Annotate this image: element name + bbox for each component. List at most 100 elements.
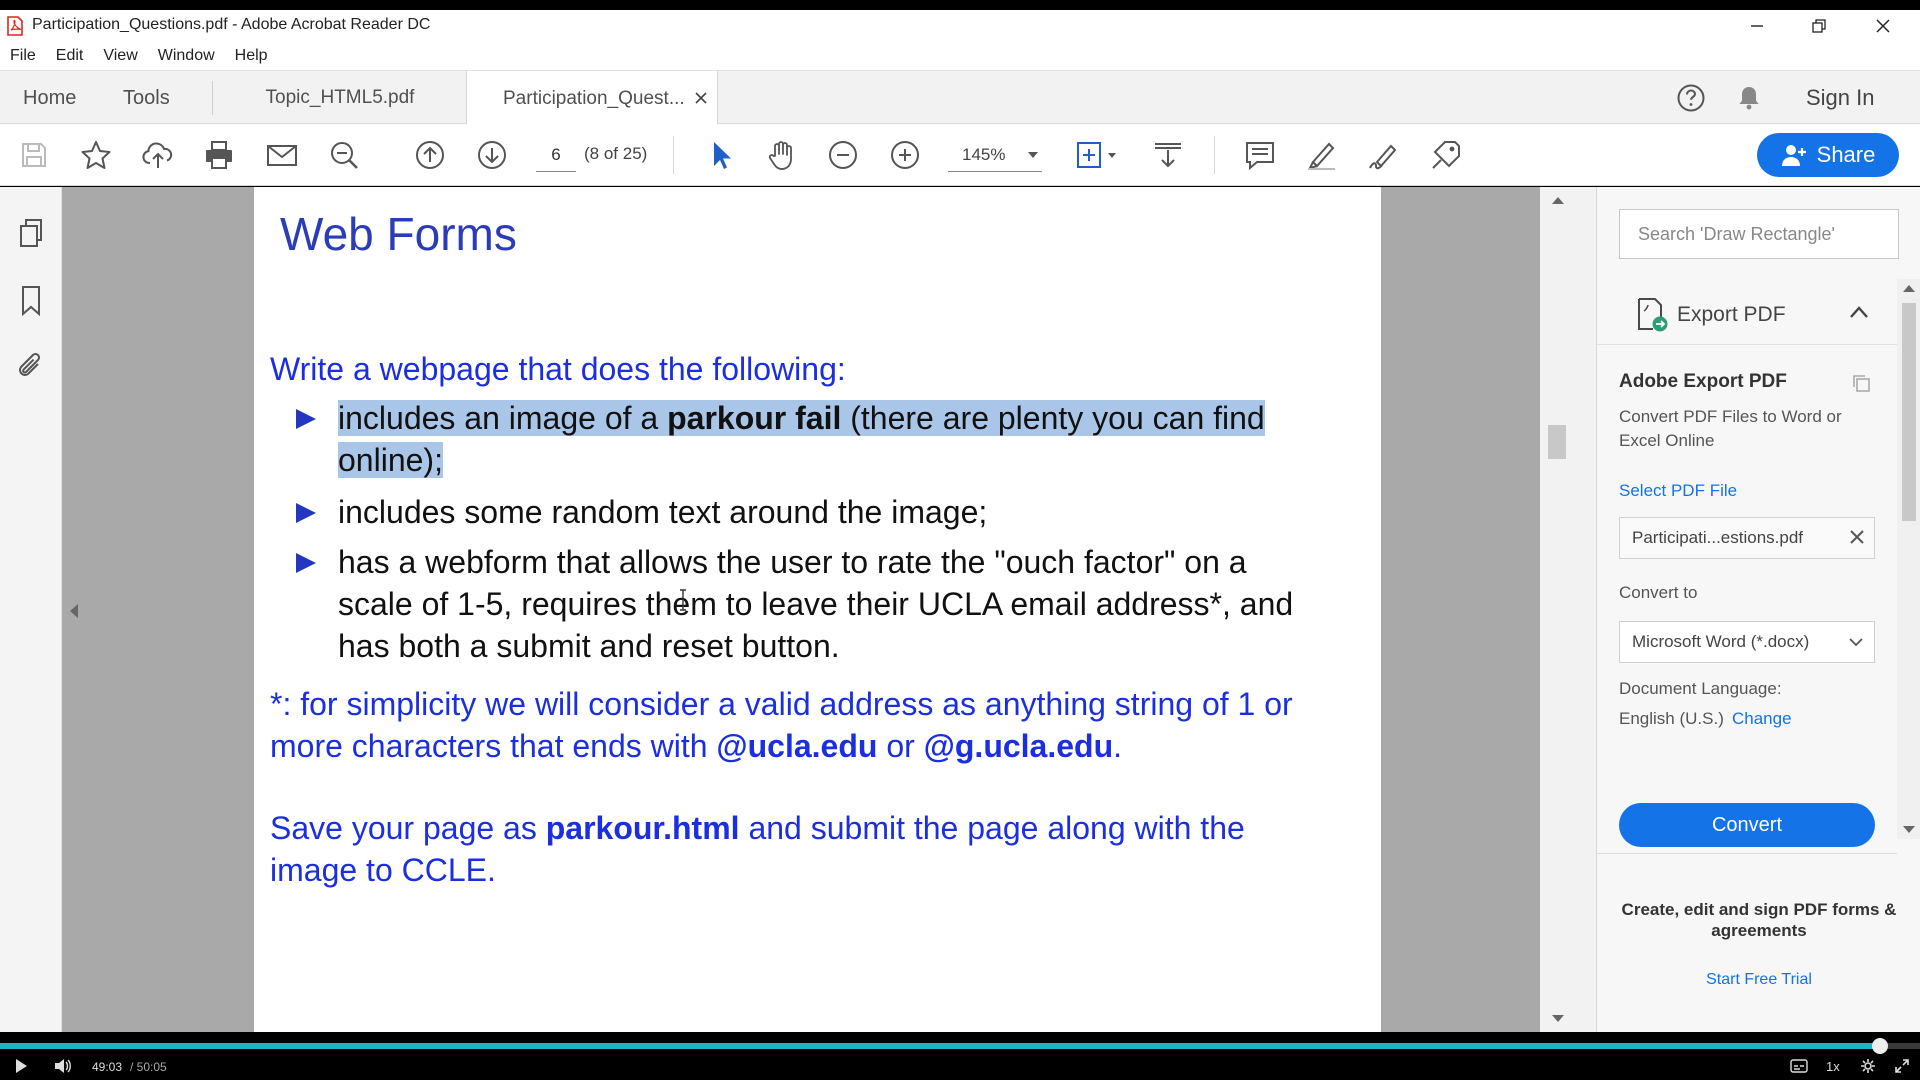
comment-icon <box>1246 142 1274 171</box>
sign-in-button[interactable]: Sign In <box>1806 85 1875 111</box>
page-number-input[interactable]: 6 <box>536 138 576 172</box>
video-progress-handle[interactable] <box>1871 1038 1888 1054</box>
tab-home[interactable]: Home <box>23 87 76 110</box>
next-page-button[interactable] <box>474 137 510 173</box>
bookmark-icon[interactable] <box>16 284 46 316</box>
scrollbar-thumb[interactable] <box>1548 425 1566 459</box>
minimize-button[interactable] <box>1726 10 1788 42</box>
upload-button[interactable] <box>140 137 176 173</box>
menu-bar: File Edit View Window Help <box>0 42 1920 70</box>
help-icon[interactable] <box>1676 83 1706 113</box>
menu-edit[interactable]: Edit <box>56 47 84 65</box>
text-run: and submit the page along with the <box>739 810 1245 846</box>
more-tools-button[interactable] <box>1428 137 1464 173</box>
tab-participation-questions[interactable]: Participation_Quest... <box>466 71 718 126</box>
scroll-down-icon[interactable] <box>1903 826 1915 833</box>
pages-icon[interactable] <box>16 217 46 249</box>
hand-tool-button[interactable] <box>764 137 800 173</box>
captions-icon[interactable] <box>1790 1058 1808 1074</box>
right-panel-gutter <box>1574 187 1596 1032</box>
save-button[interactable] <box>16 137 52 173</box>
highlight-button[interactable] <box>1304 137 1340 173</box>
zoom-in-button[interactable] <box>887 137 923 173</box>
tools-search-input[interactable]: Search 'Draw Rectangle' <box>1619 209 1899 259</box>
chevron-up-icon[interactable] <box>1849 305 1869 319</box>
find-button[interactable] <box>326 137 362 173</box>
text-run: or <box>877 728 924 764</box>
clear-icon[interactable] <box>1848 528 1866 546</box>
scroll-up-icon[interactable] <box>1903 285 1915 292</box>
video-player-controls: 49:03 / 50:05 1x <box>0 1032 1920 1080</box>
export-pdf-header[interactable]: Export PDF <box>1597 287 1897 345</box>
attachment-icon[interactable] <box>16 350 46 382</box>
scrollbar-thumb[interactable] <box>1902 303 1916 521</box>
restore-button[interactable] <box>1788 10 1850 42</box>
chevron-down-icon <box>1028 152 1038 158</box>
change-language-link[interactable]: Change <box>1732 709 1792 729</box>
fill-sign-button[interactable] <box>1366 137 1402 173</box>
duration: / 50:05 <box>130 1060 167 1074</box>
start-free-trial-link[interactable]: Start Free Trial <box>1617 971 1901 989</box>
settings-icon[interactable] <box>1860 1058 1876 1074</box>
bullet-text: includes some random text around the ima… <box>338 494 988 530</box>
title-bar: Participation_Questions.pdf - Adobe Acro… <box>0 10 1920 42</box>
pdf-page: Web Forms Write a webpage that does the … <box>254 187 1381 1032</box>
menu-view[interactable]: View <box>103 47 137 65</box>
playback-speed[interactable]: 1x <box>1826 1059 1840 1074</box>
copy-icon[interactable] <box>1851 373 1871 393</box>
text-run: more characters that ends with <box>270 728 717 764</box>
select-tool-button[interactable] <box>702 137 738 173</box>
bell-icon[interactable] <box>1734 83 1764 113</box>
bold-text: @ucla.edu <box>716 728 878 764</box>
video-progress-bar[interactable] <box>0 1038 1920 1054</box>
menu-file[interactable]: File <box>10 47 36 65</box>
zoom-in-icon <box>891 141 919 169</box>
export-pdf-icon <box>1638 298 1668 332</box>
convert-to-select[interactable]: Microsoft Word (*.docx) <box>1619 621 1875 663</box>
zoom-out-button[interactable] <box>825 137 861 173</box>
scroll-down-icon[interactable] <box>1552 1015 1564 1022</box>
close-tab-icon[interactable] <box>695 92 707 104</box>
fit-page-button[interactable] <box>1072 137 1120 173</box>
tab-topic-html5[interactable]: Topic_HTML5.pdf <box>214 71 466 125</box>
zoom-select[interactable]: 145% <box>948 138 1042 172</box>
window-title: Participation_Questions.pdf - Adobe Acro… <box>32 16 431 33</box>
current-time: 49:03 <box>92 1060 123 1074</box>
selected-file-field[interactable]: Participati...estions.pdf <box>1619 517 1875 559</box>
share-button[interactable]: Share <box>1757 133 1899 177</box>
text-run: image to CCLE. <box>270 852 496 888</box>
bookmark-star-button[interactable] <box>78 137 114 173</box>
page-down-icon <box>478 141 506 169</box>
sign-icon <box>1369 144 1397 170</box>
close-window-button[interactable] <box>1852 10 1914 42</box>
text-run: Save your page as <box>270 810 546 846</box>
promo-text: Create, edit and sign PDF forms & agreem… <box>1621 900 1897 940</box>
tab-bar: Home Tools Topic_HTML5.pdf Participation… <box>0 70 1920 126</box>
email-button[interactable] <box>264 137 300 173</box>
comment-button[interactable] <box>1242 137 1278 173</box>
upload-icon <box>142 142 173 168</box>
print-button[interactable] <box>201 137 237 173</box>
tab-label: Topic_HTML5.pdf <box>265 87 415 108</box>
text-run: includes an image of a <box>338 400 668 436</box>
volume-icon[interactable] <box>54 1058 72 1074</box>
document-scrollbar[interactable] <box>1540 187 1574 1032</box>
fullscreen-icon[interactable] <box>1894 1058 1910 1074</box>
previous-page-button[interactable] <box>412 137 448 173</box>
tab-label: Participation_Quest... <box>503 87 685 109</box>
chevron-down-icon <box>1849 638 1863 647</box>
scroll-up-icon[interactable] <box>1552 197 1564 204</box>
text-run: has both a submit and reset button. <box>338 628 840 664</box>
page-up-icon <box>416 141 444 169</box>
menu-window[interactable]: Window <box>158 47 215 65</box>
select-pdf-file-link[interactable]: Select PDF File <box>1619 481 1737 501</box>
convert-button[interactable]: Convert <box>1619 803 1875 847</box>
export-title: Adobe Export PDF <box>1619 371 1787 392</box>
menu-help[interactable]: Help <box>235 47 268 65</box>
collapse-left-panel-icon[interactable] <box>70 604 78 618</box>
tools-pane-scrollbar[interactable] <box>1897 279 1920 839</box>
play-icon[interactable] <box>14 1058 28 1074</box>
scroll-mode-button[interactable] <box>1150 137 1186 173</box>
tab-tools[interactable]: Tools <box>123 87 170 110</box>
footnote-text: *: for simplicity we will consider a val… <box>270 683 1370 767</box>
